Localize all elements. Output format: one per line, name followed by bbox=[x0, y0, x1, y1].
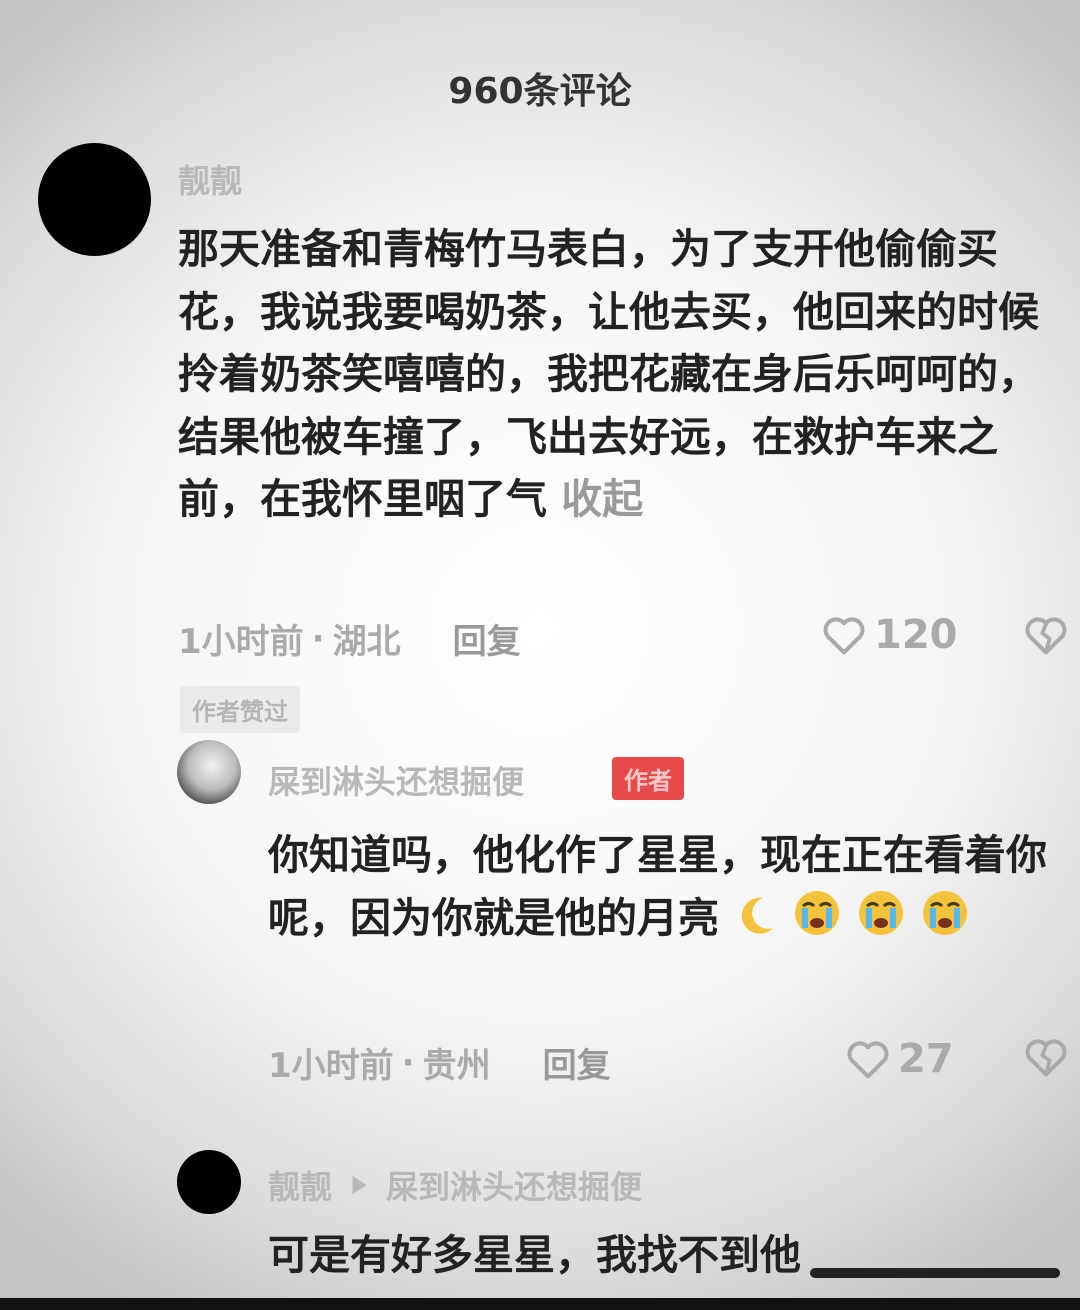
crying-face-icon bbox=[858, 890, 903, 935]
reply-avatar[interactable] bbox=[177, 740, 241, 804]
crescent-moon-icon bbox=[742, 897, 774, 934]
collapse-button[interactable]: 收起 bbox=[561, 475, 643, 523]
avatar[interactable] bbox=[38, 143, 151, 256]
comment-text: 那天准备和青梅竹马表白，为了支开他偷偷买花，我说我要喝奶茶，让他去买，他回来的时… bbox=[178, 218, 1040, 531]
like-count: 27 bbox=[898, 1036, 954, 1082]
comment-meta: 1小时前 · 湖北 回复 bbox=[178, 614, 521, 663]
reply-arrow-icon bbox=[352, 1175, 367, 1195]
reply-time: 1小时前 bbox=[268, 1046, 394, 1086]
crying-face-icon bbox=[923, 890, 968, 935]
reply-location: 贵州 bbox=[422, 1046, 491, 1086]
meta-separator: · bbox=[311, 618, 325, 659]
comments-count-title: 960条评论 bbox=[448, 71, 632, 112]
dislike-button[interactable] bbox=[1024, 614, 1068, 660]
reply-username[interactable]: 靓靓 屎到淋头还想掘便 bbox=[268, 1162, 642, 1208]
reply-target-name: 屎到淋头还想掘便 bbox=[386, 1168, 643, 1206]
comment-username[interactable]: 靓靓 bbox=[178, 156, 242, 202]
bottom-bar bbox=[0, 1298, 1080, 1310]
comment-time: 1小时前 bbox=[178, 622, 304, 662]
like-count: 120 bbox=[874, 612, 958, 658]
broken-heart-icon bbox=[1025, 1039, 1067, 1077]
reply-button[interactable]: 回复 bbox=[543, 1038, 611, 1087]
reply-author-name: 靓靓 bbox=[268, 1168, 333, 1206]
author-badge: 作者 bbox=[612, 757, 684, 800]
like-button[interactable]: 27 bbox=[846, 1036, 954, 1082]
reply-username[interactable]: 屎到淋头还想掘便 bbox=[268, 757, 524, 803]
author-liked-tag: 作者赞过 bbox=[180, 686, 300, 733]
reply-meta: 1小时前 · 贵州 回复 bbox=[268, 1038, 611, 1087]
like-button[interactable]: 120 bbox=[822, 612, 958, 658]
broken-heart-icon bbox=[1025, 617, 1067, 655]
reply-button[interactable]: 回复 bbox=[453, 614, 521, 663]
reply-avatar[interactable] bbox=[177, 1150, 241, 1214]
heart-icon bbox=[847, 1041, 889, 1079]
heart-icon bbox=[823, 617, 865, 655]
meta-separator: · bbox=[401, 1042, 415, 1083]
comment-location: 湖北 bbox=[332, 622, 401, 662]
home-indicator[interactable] bbox=[810, 1268, 1060, 1278]
crying-face-icon bbox=[794, 890, 839, 935]
dislike-button[interactable] bbox=[1024, 1036, 1068, 1082]
reply-text: 你知道吗，他化作了星星，现在正在看着你呢，因为你就是他的月亮 bbox=[268, 824, 1068, 949]
